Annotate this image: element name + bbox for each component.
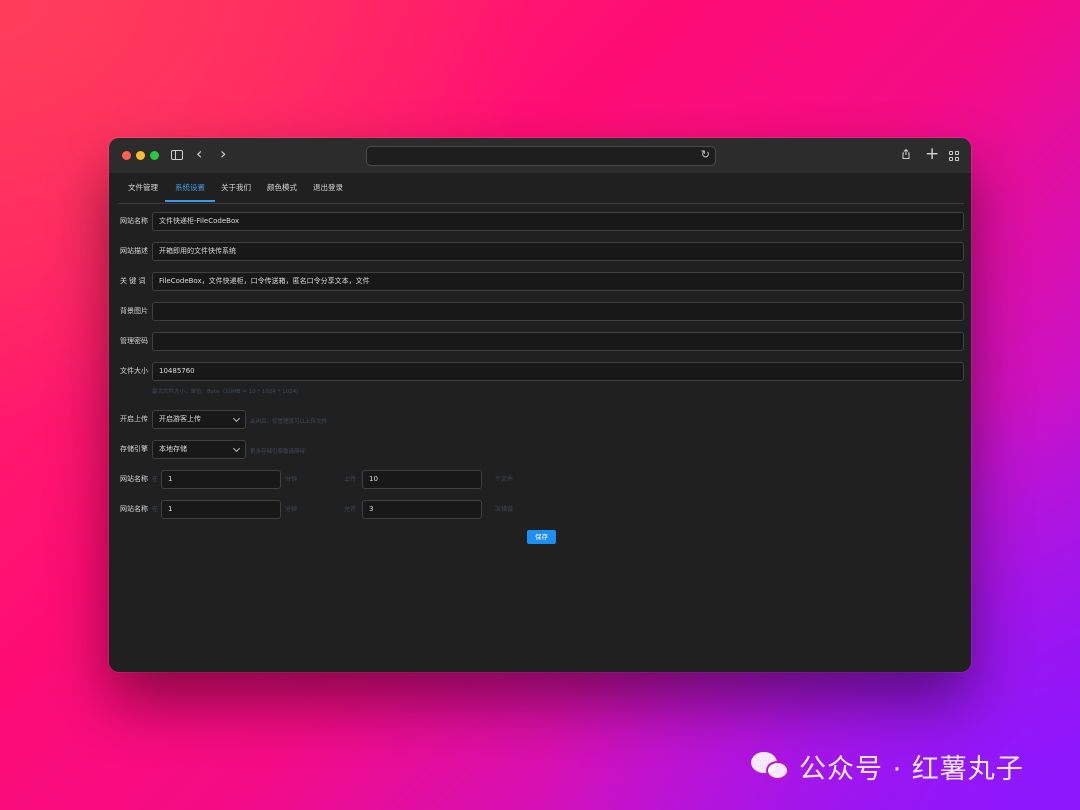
error-count-unit: 次错误 <box>495 506 514 513</box>
file-size-hint: 最大文件大小，单位：Byte（10MB = 10 * 1024 * 1024） <box>152 389 302 395</box>
keywords-input[interactable]: FileCodeBox，文件快递柜，口令传送箱，匿名口令分享文本，文件 <box>152 272 964 291</box>
upload-minutes-unit: 分钟 <box>285 476 298 483</box>
upload-hint: 关闭后，仅管理员可以上传文件 <box>250 419 328 425</box>
upload-minutes-input[interactable]: 1 <box>161 470 281 489</box>
chevron-right-icon[interactable]: › <box>220 146 226 162</box>
minimize-window-button[interactable] <box>136 151 145 160</box>
rate-limit-upload-label: 网站名称 <box>120 475 148 483</box>
tab-about-us[interactable]: 关于我们 <box>211 174 261 202</box>
chevron-down-icon <box>232 414 241 423</box>
chevron-left-icon[interactable]: ‹ <box>196 146 202 162</box>
watermark-text: 公众号 · 红薯丸子 <box>799 753 1024 785</box>
background-input[interactable] <box>152 302 964 321</box>
keywords-label: 关 键 词 <box>120 277 146 285</box>
tab-bar: 文件管理 系统设置 关于我们 颜色模式 退出登录 <box>118 174 964 204</box>
title-bar: ‹ › ↻ + <box>109 138 971 173</box>
storage-label: 存储引擎 <box>120 445 148 453</box>
plus-icon[interactable]: + <box>925 144 939 164</box>
site-name-label: 网站名称 <box>120 217 148 225</box>
save-button[interactable]: 保存 <box>527 530 556 544</box>
error-minutes-input[interactable]: 1 <box>161 500 281 519</box>
error-count-input[interactable]: 3 <box>362 500 482 519</box>
admin-password-input[interactable] <box>152 332 964 351</box>
rate-limit-error-prefix: 在 <box>152 506 159 513</box>
site-name-input[interactable]: 文件快递柜-FileCodeBox <box>152 212 964 231</box>
address-bar[interactable]: ↻ <box>366 146 716 166</box>
upload-count-unit: 个文件 <box>495 476 514 483</box>
tab-file-management[interactable]: 文件管理 <box>118 174 168 202</box>
watermark: 公众号 · 红薯丸子 <box>749 748 1024 785</box>
rate-limit-upload-prefix: 在 <box>152 476 159 483</box>
admin-password-label: 管理密码 <box>120 337 148 345</box>
chevron-down-icon <box>232 444 241 453</box>
site-desc-label: 网站描述 <box>120 247 148 255</box>
storage-select[interactable]: 本地存储 <box>152 440 246 459</box>
close-window-button[interactable] <box>122 151 131 160</box>
sidebar-toggle-icon[interactable] <box>171 150 183 160</box>
upload-count-input[interactable]: 10 <box>362 470 482 489</box>
upload-select[interactable]: 开启游客上传 <box>152 410 246 429</box>
tab-color-mode[interactable]: 颜色模式 <box>257 174 307 202</box>
wechat-icon <box>749 750 791 782</box>
background-label: 背景图片 <box>120 307 148 315</box>
reload-icon[interactable]: ↻ <box>701 148 710 161</box>
browser-window: ‹ › ↻ + 文件管理 系统设置 关于我们 颜色模式 退出登录 网站名称 文件… <box>109 138 971 672</box>
share-icon[interactable] <box>901 149 911 159</box>
upload-middle-label: 上传 <box>344 476 357 483</box>
upload-label: 开启上传 <box>120 415 148 423</box>
storage-hint: 更多存储引擎敬请期待 <box>250 449 306 455</box>
upload-select-value: 开启游客上传 <box>159 415 201 423</box>
site-desc-input[interactable]: 开箱即用的文件快传系统 <box>152 242 964 261</box>
zoom-window-button[interactable] <box>150 151 159 160</box>
file-size-input[interactable]: 10485760 <box>152 362 964 381</box>
rate-limit-error-label: 网站名称 <box>120 505 148 513</box>
tabs-overview-icon[interactable] <box>949 151 959 161</box>
error-middle-label: 允许 <box>344 506 357 513</box>
tab-system-settings[interactable]: 系统设置 <box>165 174 215 202</box>
file-size-label: 文件大小 <box>120 367 148 375</box>
storage-select-value: 本地存储 <box>159 445 187 453</box>
error-minutes-unit: 分钟 <box>285 506 298 513</box>
tab-logout[interactable]: 退出登录 <box>303 174 353 202</box>
